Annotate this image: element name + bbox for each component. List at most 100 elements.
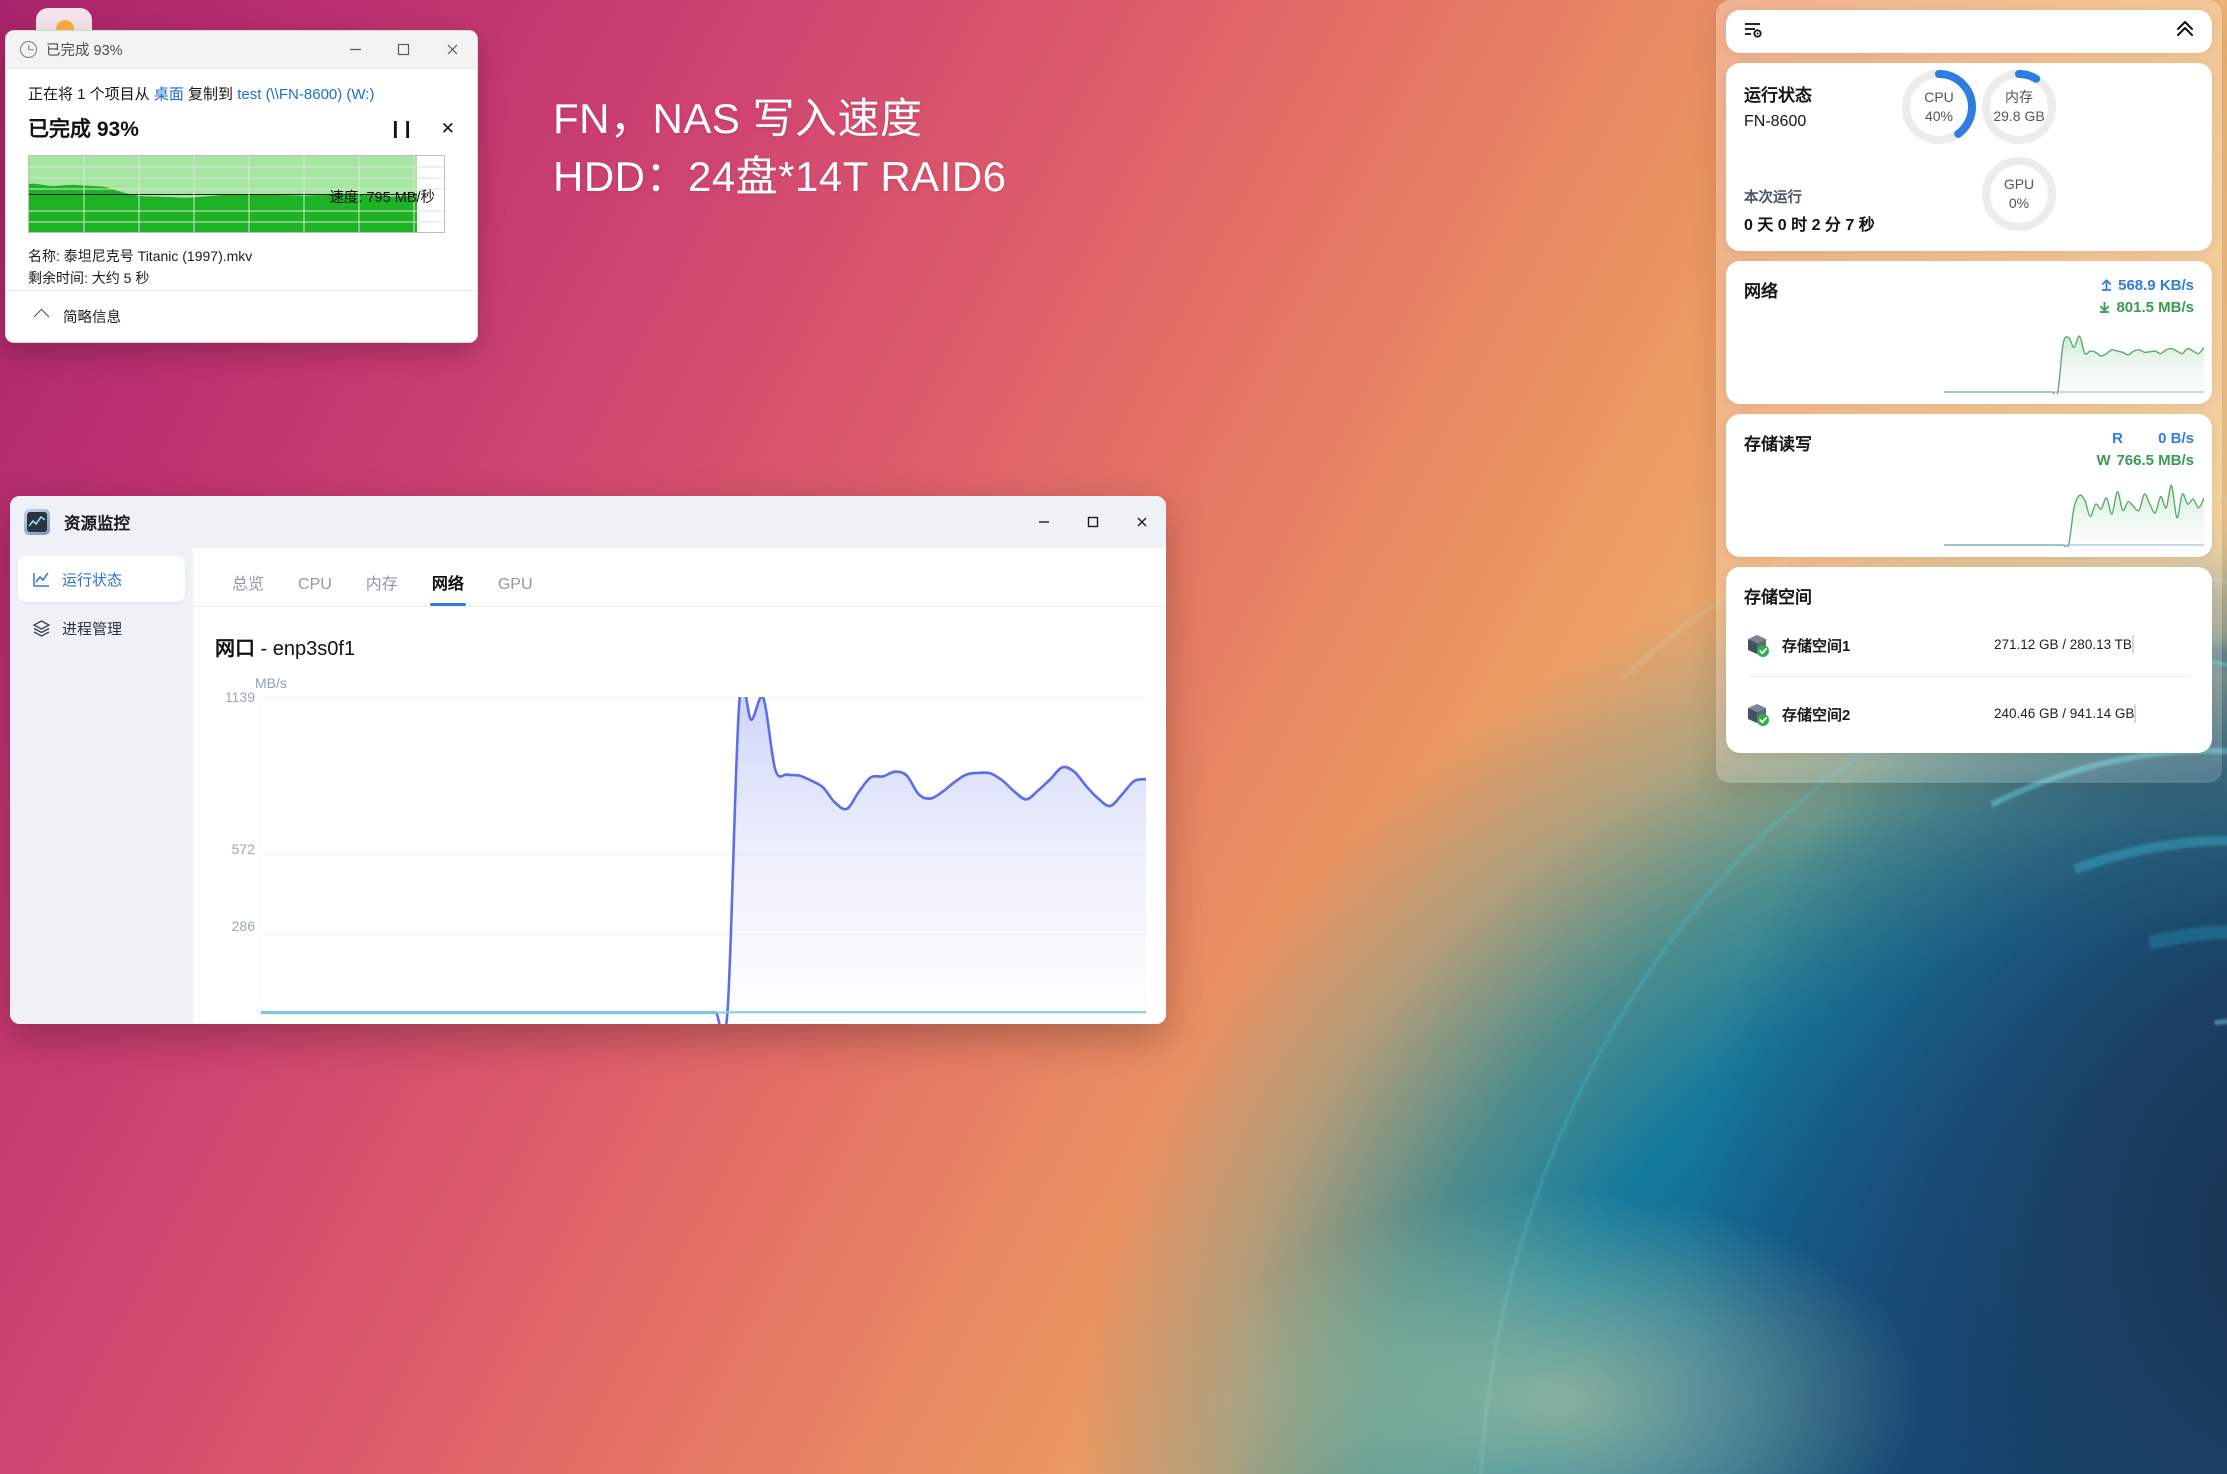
double-chevron-up-icon[interactable] — [2174, 18, 2196, 45]
sidebar-item-process-manager[interactable]: 进程管理 — [18, 605, 185, 651]
resource-monitor-window: 资源监控 运行状态 进程管理 总览 CPU 内存 网络 GPU 网口 - enp… — [10, 496, 1166, 1024]
storage-space-name: 存储空间1 — [1782, 637, 1851, 655]
widget-title: 存储读写 — [1744, 435, 1812, 454]
resmon-app-title: 资源监控 — [64, 515, 130, 533]
divider — [1748, 676, 2190, 677]
storage-space-row[interactable]: 存储空间2 240.46 GB / 941.14 GB — [1744, 683, 2194, 745]
tab-gpu[interactable]: GPU — [481, 576, 550, 606]
gauge-cpu-ring — [1902, 70, 1976, 144]
chart-title: 网口 - enp3s0f1 — [215, 632, 1166, 661]
copy-description: 正在将 1 个项目从 桌面 复制到 test (\\FN-8600) (W:) — [28, 83, 461, 104]
network-chart: 1139 572 286 — [215, 682, 1166, 1024]
network-sparkline — [1944, 335, 2204, 394]
widget-title: 网络 — [1744, 282, 1778, 301]
copy-mid: 复制到 — [183, 86, 238, 103]
storage-space-bar — [2131, 635, 2134, 654]
storage-space-bar — [2134, 704, 2137, 723]
close-icon — [1137, 517, 1146, 527]
widget-running-status: 运行状态 FN-8600 本次运行 0 天 0 时 2 分 7 秒 CPU 40… — [1726, 63, 2212, 251]
copy-details-label: 简略信息 — [63, 310, 121, 326]
desktop: FN，NAS 写入速度 HDD：24盘*14T RAID6 已完成 93% 正在… — [0, 0, 2227, 1474]
resmon-titlebar[interactable]: 资源监控 — [10, 496, 1166, 548]
chart-app-icon — [24, 509, 50, 535]
tab-memory[interactable]: 内存 — [349, 570, 415, 606]
resmon-close-button[interactable] — [1117, 496, 1166, 548]
file-copy-dialog: 已完成 93% 正在将 1 个项目从 桌面 复制到 test (\\FN-860… — [5, 30, 478, 343]
widget-network: 网络 568.9 KB/s 801.5 MB/s — [1726, 261, 2212, 404]
y-tick-label: 1139 — [224, 689, 255, 705]
annotation-line-1: FN，NAS 写入速度 — [553, 95, 923, 142]
network-upload: 568.9 KB/s — [2098, 277, 2194, 294]
widget-panel-header — [1726, 10, 2212, 53]
gauge-gpu-ring — [1982, 157, 2056, 231]
copy-source-link[interactable]: 桌面 — [154, 86, 184, 103]
gauge-memory: 内存 29.8 GB — [1980, 68, 2058, 146]
chart-svg — [259, 682, 1148, 1024]
sidebar-item-running-status[interactable]: 运行状态 — [18, 556, 185, 602]
y-tick-label: 572 — [231, 841, 255, 857]
copy-dialog-close-button[interactable] — [427, 31, 477, 69]
storage-space-row[interactable]: 存储空间1 271.12 GB / 280.13 TB — [1744, 614, 2194, 676]
gauge-cpu: CPU 40% — [1900, 68, 1978, 146]
storage-pool-icon — [1744, 701, 1770, 727]
tab-network[interactable]: 网络 — [415, 570, 481, 606]
close-icon — [447, 44, 457, 55]
chart-plot-area — [259, 682, 1148, 1024]
minimize-icon — [1038, 521, 1049, 523]
list-settings-icon[interactable] — [1742, 18, 1764, 45]
line-chart-icon — [30, 570, 52, 589]
storage-pool-icon — [1744, 632, 1770, 658]
storage-space-capacity: 240.46 GB / 941.14 GB — [1994, 706, 2135, 721]
copy-dialog-title: 已完成 93% — [46, 43, 123, 59]
clock-icon — [20, 41, 37, 58]
sidebar-item-label: 运行状态 — [62, 571, 123, 589]
gauge-gpu: GPU 0% — [1980, 155, 2058, 233]
copy-dialog-maximize-button[interactable] — [379, 31, 427, 69]
resmon-tabs: 总览 CPU 内存 网络 GPU — [193, 548, 1166, 606]
chart-title-bold: 网口 — [215, 638, 255, 660]
storage-space-name: 存储空间2 — [1782, 706, 1851, 724]
copy-filename: 名称: 泰坦尼克号 Titanic (1997).mkv — [28, 248, 253, 264]
copy-speed-readout: 速度: 795 MB/秒 — [329, 190, 435, 206]
resmon-maximize-button[interactable] — [1068, 496, 1117, 548]
network-download-value: 801.5 MB/s — [2116, 299, 2194, 316]
copy-speed-graph: 速度: 795 MB/秒 — [28, 155, 445, 233]
copy-cancel-button[interactable]: ✕ — [441, 120, 455, 137]
copy-details-toggle[interactable]: 简略信息 — [6, 290, 477, 342]
tab-overview[interactable]: 总览 — [215, 570, 281, 606]
uptime-value: 0 天 0 时 2 分 7 秒 — [1744, 217, 1875, 234]
storage-write-value: 766.5 MB/s — [2116, 452, 2194, 469]
tab-cpu[interactable]: CPU — [281, 576, 349, 606]
upload-arrow-icon — [2102, 279, 2112, 291]
storage-space-capacity: 271.12 GB / 280.13 TB — [1994, 637, 2132, 652]
widget-storage-space: 存储空间 存储空间1 271.12 GB / 280.13 TB 存储空间2 2… — [1726, 567, 2212, 753]
chevron-up-icon — [33, 308, 50, 325]
chart-y-unit: MB/s — [255, 675, 287, 691]
storage-read-label: R — [2112, 430, 2123, 447]
resmon-sidebar: 运行状态 进程管理 — [10, 548, 193, 1024]
copy-progress-label: 已完成 93% — [28, 118, 139, 141]
widget-panel: 运行状态 FN-8600 本次运行 0 天 0 时 2 分 7 秒 CPU 40… — [1716, 0, 2222, 783]
y-tick-label: 286 — [231, 918, 255, 934]
storage-sparkline — [1944, 484, 2204, 547]
storage-read: R 0 B/s — [2096, 430, 2194, 447]
copy-dialog-titlebar[interactable]: 已完成 93% — [6, 31, 477, 69]
widget-storage-io: 存储读写 R 0 B/s W 766.5 MB/s — [1726, 414, 2212, 557]
maximize-icon — [1087, 516, 1098, 528]
copy-dest-link[interactable]: test (\\FN-8600) (W:) — [237, 86, 374, 103]
chart-title-rest: - enp3s0f1 — [255, 638, 356, 660]
resmon-minimize-button[interactable] — [1019, 496, 1068, 548]
storage-write: W 766.5 MB/s — [2096, 452, 2194, 469]
sidebar-item-label: 进程管理 — [62, 620, 123, 638]
copy-dialog-minimize-button[interactable] — [331, 31, 379, 69]
copy-pause-button[interactable]: ❙❙ — [388, 120, 414, 137]
resmon-content: 总览 CPU 内存 网络 GPU 网口 - enp3s0f1 MB/s 1139… — [193, 548, 1166, 1024]
network-upload-value: 568.9 KB/s — [2118, 277, 2194, 294]
annotation-line-2: HDD：24盘*14T RAID6 — [553, 153, 1007, 201]
layers-icon — [30, 619, 52, 638]
minimize-icon — [349, 48, 361, 51]
storage-write-label: W — [2096, 452, 2111, 469]
copy-remaining-time: 剩余时间: 大约 5 秒 — [28, 269, 150, 286]
tabs-divider — [193, 606, 1166, 607]
download-arrow-icon — [2100, 302, 2110, 313]
